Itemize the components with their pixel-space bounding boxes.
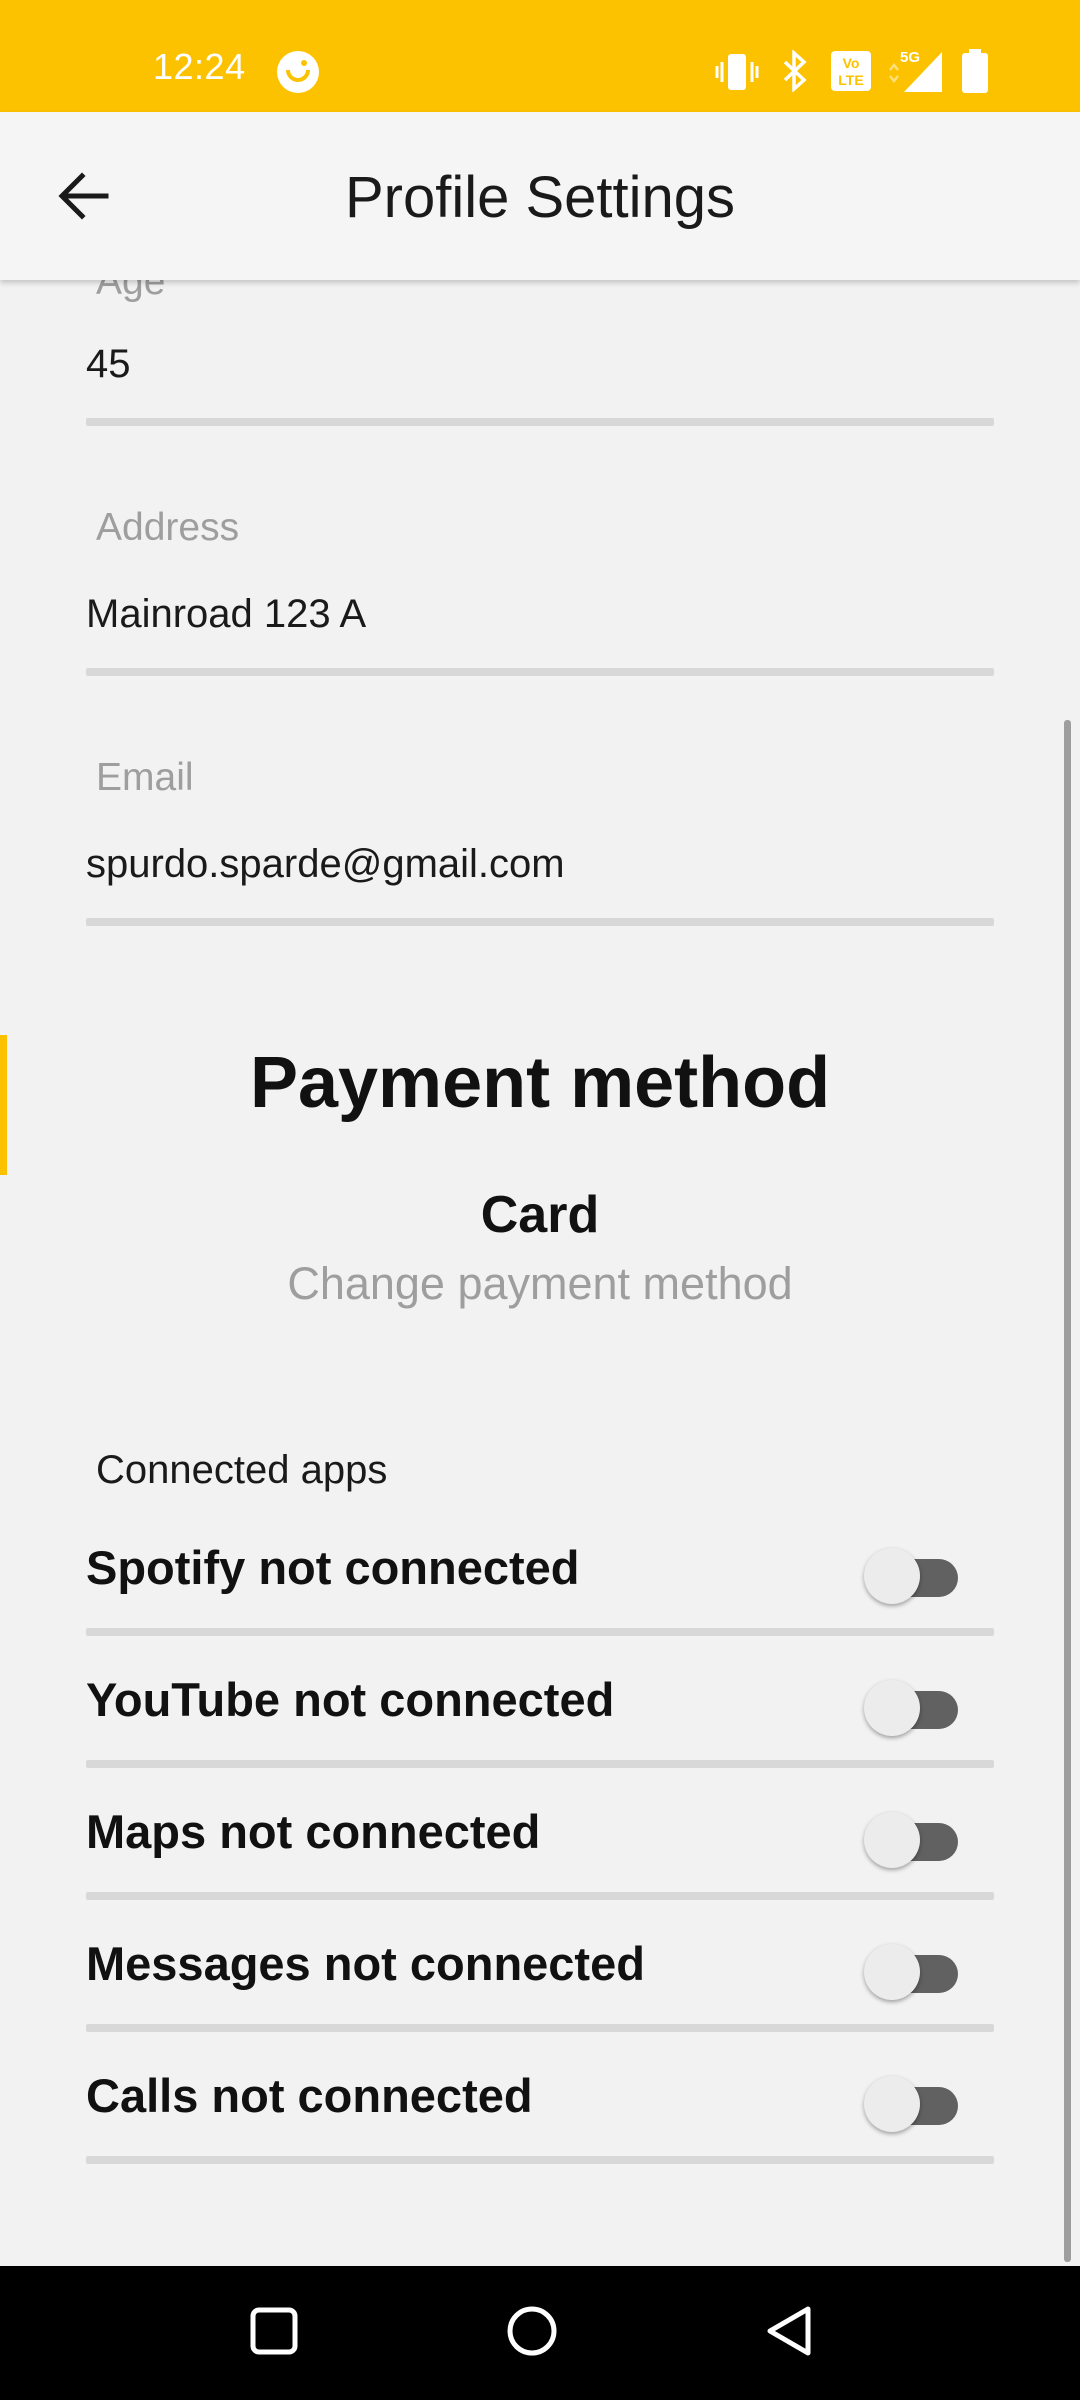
toggle-thumb	[864, 1680, 920, 1736]
back-triangle-icon	[762, 2303, 818, 2364]
calls-toggle[interactable]	[862, 2074, 962, 2132]
vibrate-icon	[714, 52, 760, 97]
row-divider	[86, 2024, 994, 2032]
svg-text:Vo: Vo	[843, 55, 860, 71]
nav-back-button[interactable]	[740, 2290, 840, 2376]
svg-text:5G: 5G	[900, 49, 920, 66]
address-label: Address	[96, 506, 240, 549]
age-field[interactable]: 45	[86, 342, 131, 387]
messages-toggle[interactable]	[862, 1942, 962, 2000]
connected-app-row-youtube: YouTube not connected	[0, 1652, 1080, 1772]
row-divider	[86, 1628, 994, 1636]
age-label: Age	[96, 280, 166, 303]
address-field[interactable]: Mainroad 123 A	[86, 592, 366, 637]
address-underline	[86, 668, 994, 676]
volte-icon: Vo LTE	[830, 50, 872, 97]
row-divider	[86, 1760, 994, 1768]
5g-signal-icon: 5G	[884, 46, 946, 99]
maps-connection-label: Maps not connected	[86, 1805, 541, 1858]
system-nav-bar	[0, 2266, 1080, 2400]
home-button[interactable]	[482, 2290, 582, 2376]
toggle-thumb	[864, 1812, 920, 1868]
status-time: 12:24	[153, 46, 246, 87]
email-label: Email	[96, 756, 194, 799]
email-field[interactable]: spurdo.sparde@gmail.com	[86, 842, 565, 887]
battery-icon	[960, 48, 990, 99]
change-payment-method-link[interactable]: Change payment method	[0, 1258, 1080, 1310]
connected-app-row-spotify: Spotify not connected	[0, 1520, 1080, 1640]
youtube-toggle[interactable]	[862, 1678, 962, 1736]
messages-connection-label: Messages not connected	[86, 1937, 645, 1990]
youtube-connection-label: YouTube not connected	[86, 1673, 615, 1726]
status-bar: 12:24 Vo LTE 5G	[0, 0, 1080, 112]
recents-square-icon	[248, 2305, 300, 2362]
app-bar: Profile Settings	[0, 112, 1080, 280]
row-divider	[86, 2156, 994, 2164]
maps-toggle[interactable]	[862, 1810, 962, 1868]
screen: 12:24 Vo LTE 5G Profile Settings Age 45 …	[0, 0, 1080, 2400]
age-underline	[86, 418, 994, 426]
bluetooth-icon	[780, 49, 810, 97]
connected-app-row-messages: Messages not connected	[0, 1916, 1080, 2036]
recents-button[interactable]	[224, 2290, 324, 2376]
row-divider	[86, 1892, 994, 1900]
toggle-thumb	[864, 1944, 920, 2000]
scrollbar[interactable]	[1064, 720, 1071, 2262]
connected-app-row-maps: Maps not connected	[0, 1784, 1080, 1904]
spotify-toggle[interactable]	[862, 1546, 962, 1604]
payment-method-heading: Payment method	[249, 1043, 831, 1123]
spotify-connection-label: Spotify not connected	[86, 1541, 580, 1594]
toggle-thumb	[864, 1548, 920, 1604]
face-status-icon	[274, 48, 322, 101]
payment-method-value: Card	[480, 1186, 600, 1244]
svg-text:LTE: LTE	[838, 72, 863, 88]
toggle-thumb	[864, 2076, 920, 2132]
settings-scroll-content[interactable]: Age 45 Address Mainroad 123 A Email spur…	[0, 280, 1080, 2266]
calls-connection-label: Calls not connected	[86, 2069, 533, 2122]
home-circle-icon	[504, 2303, 560, 2364]
connected-app-row-calls: Calls not connected	[0, 2048, 1080, 2168]
page-title: Profile Settings	[344, 165, 736, 230]
email-underline	[86, 918, 994, 926]
connected-apps-title: Connected apps	[96, 1448, 388, 1492]
